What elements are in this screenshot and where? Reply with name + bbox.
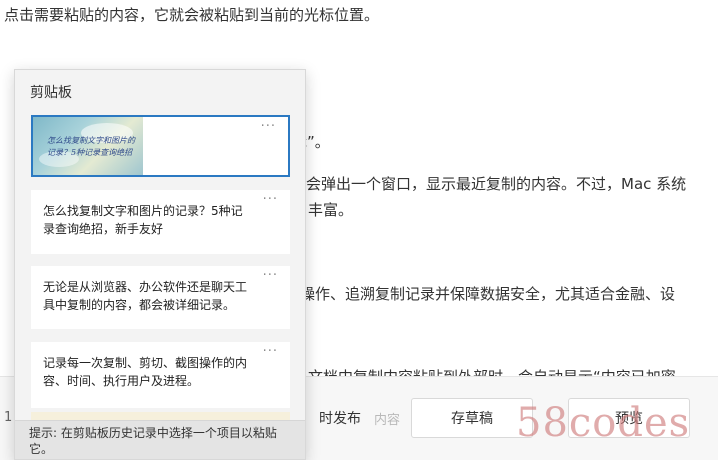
clipboard-item[interactable]: 记录每一次复制、剪切、截图操作的内容、时间、执行用户及进程。 ··· — [31, 342, 290, 408]
clipboard-image-thumbnail: 怎么找复制文字和图片的记录？5种记录查询绝招 — [33, 117, 143, 175]
content-button[interactable]: 内容 — [372, 398, 402, 438]
more-options-icon[interactable]: ··· — [263, 192, 278, 207]
bottom-bar-left-text: 1 — [4, 410, 13, 425]
clipboard-history-panel: 剪贴板 怎么找复制文字和图片的记录？5种记录查询绝招 ··· 怎么找复制文字和图… — [14, 69, 306, 460]
article-line-4: 丰富。 — [308, 201, 354, 219]
save-draft-button[interactable]: 存草稿 — [411, 398, 533, 438]
clipboard-item-text: 怎么找复制文字和图片的记录？5种记录查询绝招，新手友好 — [43, 204, 243, 236]
clipboard-hint-footer: 提示: 在剪贴板历史记录中选择一个项目以粘贴它。 — [15, 420, 305, 459]
article-line-3: 会弹出一个窗口，显示最近复制的内容。不过，Mac 系统 — [306, 175, 687, 193]
more-options-icon[interactable]: ··· — [261, 119, 276, 134]
watermark-logo: 58codes — [516, 400, 691, 446]
article-line-5: 操作、追溯复制记录并保障数据安全，尤其适合金融、设 — [300, 285, 676, 303]
clipboard-hint-text: 提示: 在剪贴板历史记录中选择一个项目以粘贴它。 — [29, 426, 277, 456]
panel-title: 剪贴板 — [30, 85, 72, 101]
more-options-icon[interactable]: ··· — [263, 344, 278, 359]
article-line-1: 点击需要粘贴的内容，它就会被粘贴到当前的光标位置。 — [4, 6, 380, 24]
clipboard-item-image[interactable]: 怎么找复制文字和图片的记录？5种记录查询绝招 ··· — [31, 115, 290, 177]
more-options-icon[interactable]: ··· — [263, 268, 278, 283]
editor-page: 点击需要粘贴的内容，它就会被粘贴到当前的光标位置。 辑”。 会弹出一个窗口，显示… — [0, 0, 718, 460]
clipboard-item-text: 无论是从浏览器、办公软件还是聊天工具中复制的内容，都会被详细记录。 — [43, 280, 248, 312]
clipboard-item-text: 记录每一次复制、剪切、截图操作的内容、时间、执行用户及进程。 — [43, 356, 248, 388]
clipboard-item[interactable]: 无论是从浏览器、办公软件还是聊天工具中复制的内容，都会被详细记录。 ··· — [31, 266, 290, 329]
clipboard-item[interactable]: 怎么找复制文字和图片的记录？5种记录查询绝招，新手友好 ··· — [31, 190, 290, 254]
thumbnail-text: 怎么找复制文字和图片的记录？5种记录查询绝招 — [47, 136, 135, 157]
next-clipboard-item-peek — [31, 412, 290, 420]
